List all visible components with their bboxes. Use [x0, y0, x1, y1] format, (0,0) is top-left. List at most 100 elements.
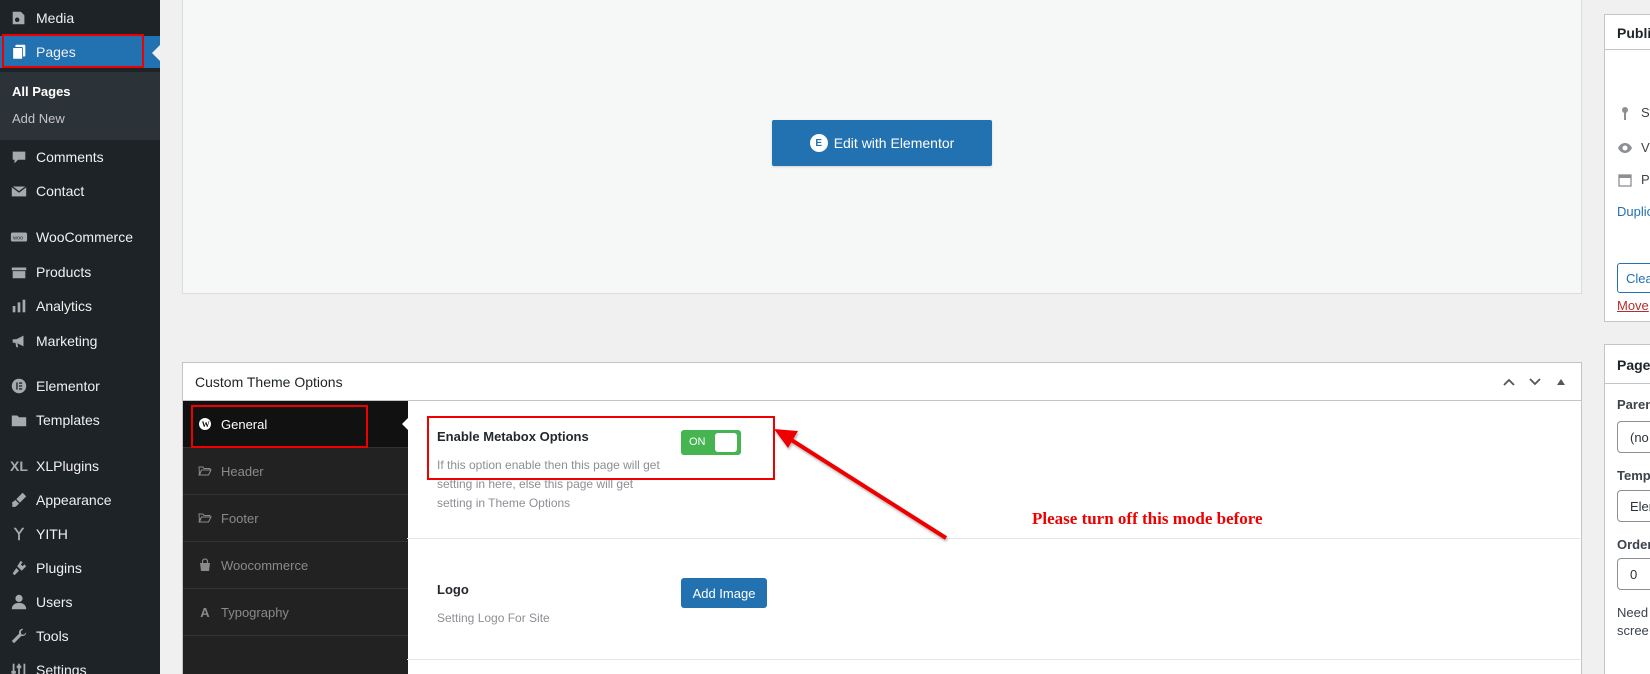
- settings-icon: [9, 660, 29, 674]
- sidebar-item-appearance[interactable]: Appearance: [0, 484, 160, 516]
- nav-item-typography[interactable]: A Typography: [183, 589, 408, 636]
- sidebar-item-yith[interactable]: YITH: [0, 518, 160, 550]
- move-to-trash-link[interactable]: Move: [1617, 298, 1649, 313]
- shopping-bag-icon: [197, 557, 213, 573]
- pin-icon: [1617, 105, 1633, 121]
- annotation-box-pages: [2, 34, 144, 68]
- user-icon: [9, 592, 29, 612]
- publish-divider: [1605, 49, 1650, 50]
- annotation-box-enable-metabox: [427, 416, 775, 480]
- sidebar-item-label: Users: [36, 594, 73, 610]
- sidebar-item-label: Elementor: [36, 378, 100, 394]
- sidebar-item-woocommerce[interactable]: woo WooCommerce: [0, 221, 160, 253]
- sidebar-item-analytics[interactable]: Analytics: [0, 290, 160, 322]
- sidebar-item-label: Comments: [36, 149, 104, 165]
- order-label: Order: [1617, 537, 1650, 552]
- sidebar-item-label: Analytics: [36, 298, 93, 314]
- nav-item-header[interactable]: Header: [183, 448, 408, 495]
- folder-open-icon: [197, 463, 213, 479]
- sidebar-item-comments[interactable]: Comments: [0, 141, 160, 173]
- sidebar-item-media[interactable]: Media: [0, 2, 160, 34]
- visibility-text: Vi: [1641, 140, 1650, 155]
- nav-item-woocommerce[interactable]: Woocommerce: [183, 542, 408, 589]
- wrench-icon: [9, 626, 29, 646]
- folder-open-icon: [197, 510, 213, 526]
- sidebar-item-label: Settings: [36, 662, 87, 674]
- publish-title: Publis: [1617, 25, 1650, 41]
- sidebar-item-label: Tools: [36, 628, 69, 644]
- sidebar-item-elementor[interactable]: Elementor: [0, 370, 160, 402]
- logo-label: Logo: [437, 582, 469, 597]
- nav-item-footer[interactable]: Footer: [183, 495, 408, 542]
- brush-icon: [9, 490, 29, 510]
- nav-item-label: Woocommerce: [221, 557, 309, 573]
- sidebar-item-users[interactable]: Users: [0, 586, 160, 618]
- status-text: St: [1641, 105, 1650, 120]
- sidebar-item-label: Media: [36, 10, 75, 26]
- elementor-icon: E: [809, 134, 828, 152]
- svg-text:woo: woo: [12, 235, 23, 241]
- submenu-add-new[interactable]: Add New: [12, 111, 65, 126]
- plugin-icon: [9, 558, 29, 578]
- metabox-title: Custom Theme Options: [195, 374, 343, 390]
- sidebar-item-label: Products: [36, 264, 92, 280]
- sidebar-item-marketing[interactable]: Marketing: [0, 325, 160, 357]
- sidebar-item-templates[interactable]: Templates: [0, 404, 160, 436]
- page-attributes-divider: [1605, 383, 1650, 384]
- edit-with-elementor-label: Edit with Elementor: [833, 135, 955, 151]
- help-text-line1: Need: [1617, 605, 1649, 620]
- logo-description: Setting Logo For Site: [437, 611, 550, 625]
- edit-with-elementor-button[interactable]: E Edit with Elementor: [772, 120, 992, 166]
- move-down-icon[interactable]: [1525, 372, 1545, 392]
- published-text: Pu: [1641, 172, 1650, 187]
- parent-select[interactable]: (no: [1617, 421, 1650, 453]
- current-menu-arrow: [152, 45, 160, 61]
- font-icon: A: [200, 604, 210, 620]
- calendar-icon: [1617, 172, 1633, 188]
- sidebar-item-contact[interactable]: Contact: [0, 175, 160, 207]
- admin-sidebar: Media Pages All Pages Add New Comments C…: [0, 0, 160, 674]
- parent-label: Paren: [1617, 397, 1650, 412]
- publish-box: Publis St Vi Pu Duplic Clea Move: [1604, 14, 1650, 322]
- order-input[interactable]: 0: [1617, 558, 1650, 590]
- products-icon: [9, 262, 29, 282]
- nav-item-label: Header: [221, 463, 264, 479]
- elementor-icon: [9, 376, 29, 396]
- template-label: Temp: [1617, 468, 1650, 483]
- sidebar-item-plugins[interactable]: Plugins: [0, 552, 160, 584]
- nav-item-label: Typography: [221, 604, 289, 620]
- metabox-header: Custom Theme Options: [183, 363, 1581, 401]
- woocommerce-icon: woo: [9, 227, 29, 247]
- annotation-arrow: [774, 429, 948, 540]
- sidebar-item-products[interactable]: Products: [0, 256, 160, 288]
- sidebar-item-label: Templates: [36, 412, 100, 428]
- submenu-all-pages[interactable]: All Pages: [12, 84, 71, 99]
- move-up-icon[interactable]: [1499, 372, 1519, 392]
- page-attributes-title: Page: [1617, 357, 1650, 373]
- sidebar-item-label: Contact: [36, 183, 85, 199]
- sidebar-item-label: Marketing: [36, 333, 98, 349]
- clear-cache-button[interactable]: Clea: [1617, 263, 1650, 293]
- xl-icon: XL: [10, 458, 28, 474]
- folder-icon: [9, 410, 29, 430]
- megaphone-icon: [9, 331, 29, 351]
- yith-icon: [9, 524, 29, 544]
- sidebar-item-label: WooCommerce: [36, 229, 133, 245]
- sidebar-item-tools[interactable]: Tools: [0, 620, 160, 652]
- comments-icon: [9, 147, 29, 167]
- sidebar-item-label: YITH: [36, 526, 68, 542]
- sidebar-item-settings[interactable]: Settings: [0, 654, 160, 674]
- add-image-button[interactable]: Add Image: [681, 578, 767, 608]
- duplicate-link[interactable]: Duplic: [1617, 204, 1650, 219]
- media-icon: [9, 8, 29, 28]
- template-select[interactable]: Elen: [1617, 490, 1650, 522]
- pages-submenu: All Pages Add New: [0, 72, 160, 140]
- sidebar-item-xlplugins[interactable]: XL XLPlugins: [0, 450, 160, 482]
- nav-item-label: Footer: [221, 510, 259, 526]
- bar-chart-icon: [9, 296, 29, 316]
- collapse-toggle-icon[interactable]: [1551, 372, 1571, 392]
- envelope-icon: [9, 181, 29, 201]
- sidebar-item-label: Plugins: [36, 560, 82, 576]
- eye-icon: [1617, 140, 1633, 156]
- help-text-line2: scree: [1617, 623, 1649, 638]
